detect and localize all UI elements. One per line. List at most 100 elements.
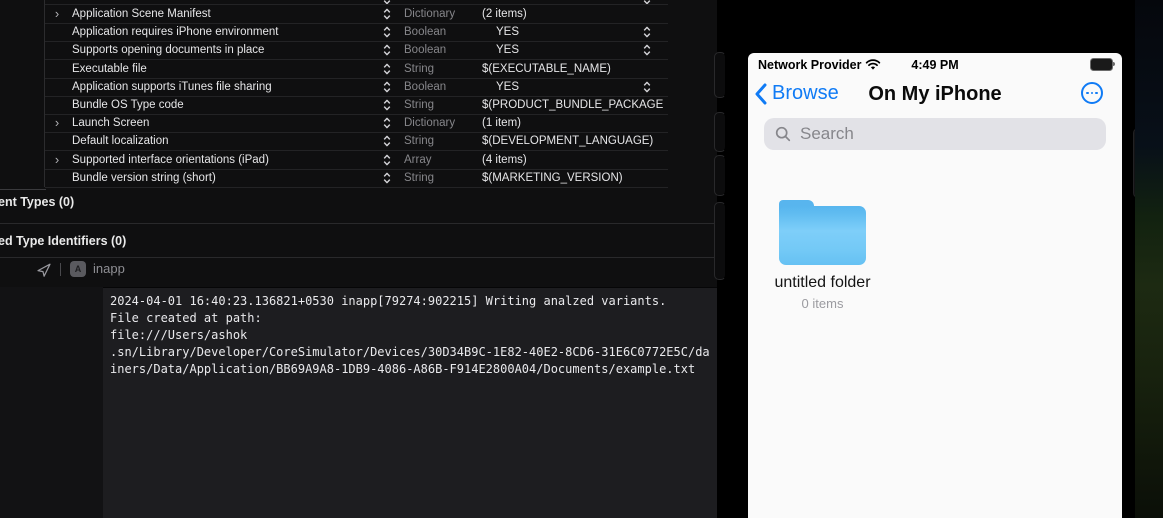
back-button[interactable]: Browse bbox=[754, 82, 839, 105]
clock-label: 4:49 PM bbox=[911, 58, 959, 72]
plist-type-label: Boolean bbox=[404, 80, 447, 93]
debug-variables-pane bbox=[0, 287, 103, 518]
key-stepper-icon[interactable] bbox=[380, 60, 394, 78]
key-stepper-icon[interactable] bbox=[380, 114, 394, 132]
plist-type-label: Boolean bbox=[404, 44, 447, 57]
folder-name-label: untitled folder bbox=[774, 274, 871, 291]
divider bbox=[60, 263, 61, 276]
divider bbox=[0, 189, 46, 190]
plist-value: $(EXECUTABLE_NAME) bbox=[482, 62, 611, 75]
plist-row[interactable]: Bundle OS Type code String $(PRODUCT_BUNDL… bbox=[45, 96, 668, 115]
plist-value: $(MARKETING_VERSION) bbox=[482, 171, 623, 184]
plist-row[interactable]: › Supported interface orientations (iPad)… bbox=[45, 151, 668, 170]
plist-key-label: Executable file bbox=[72, 62, 147, 75]
plist-value: $(DEVELOPMENT_LANGUAGE) bbox=[482, 135, 654, 148]
key-stepper-icon[interactable] bbox=[380, 132, 394, 150]
plist-value: (2 items) bbox=[482, 8, 527, 20]
plist-value: (1 item) bbox=[482, 117, 521, 130]
desktop-wallpaper bbox=[1135, 0, 1163, 518]
plist-type-label: Dictionary bbox=[404, 117, 456, 130]
console-log-line: .sn/Library/Developer/CoreSimulator/Devi… bbox=[110, 345, 710, 359]
search-bar[interactable] bbox=[764, 118, 1106, 150]
key-stepper-icon[interactable] bbox=[380, 41, 394, 59]
plist-row[interactable]: Application requires iPhone environment B… bbox=[45, 23, 668, 43]
simulator-side-button bbox=[714, 202, 726, 280]
section-type-identifiers: ed Type Identifiers (0) bbox=[0, 234, 127, 248]
navigation-bar: Browse On My iPhone bbox=[748, 77, 1122, 113]
value-stepper-icon[interactable] bbox=[640, 41, 654, 59]
key-stepper-icon[interactable] bbox=[380, 78, 394, 96]
battery-icon bbox=[1090, 58, 1115, 71]
disclosure-chevron-icon[interactable]: › bbox=[49, 114, 65, 132]
desktop: › Application Scene Manifest Dictionary (2 … bbox=[0, 0, 1163, 518]
back-chevron-icon bbox=[755, 83, 767, 104]
back-button-label: Browse bbox=[772, 82, 839, 104]
debug-console-toolbar: A inapp bbox=[0, 258, 717, 287]
key-stepper-icon[interactable] bbox=[380, 23, 394, 41]
console-log-line: file:///Users/ashok bbox=[110, 328, 248, 342]
plist-row[interactable]: Bundle version string (short) String $(MAR… bbox=[45, 169, 668, 188]
files-app-screen: Network Provider 4:49 PM Browse On My iP… bbox=[748, 53, 1122, 518]
status-bar: Network Provider 4:49 PM bbox=[748, 53, 1122, 77]
plist-row[interactable]: Application supports iTunes file sharing… bbox=[45, 78, 668, 97]
plist-key-label: Launch Screen bbox=[72, 117, 150, 130]
wifi-icon bbox=[865, 59, 881, 70]
location-arrow-icon[interactable] bbox=[36, 262, 52, 278]
plist-row[interactable]: Executable file String $(EXECUTABLE_NAME) bbox=[45, 60, 668, 79]
simulator-volume-up-button bbox=[714, 112, 726, 152]
console-output[interactable]: 2024-04-01 16:40:23.136821+0530 inapp[79… bbox=[103, 287, 717, 518]
search-input[interactable] bbox=[798, 123, 1082, 145]
disclosure-chevron-icon[interactable]: › bbox=[49, 151, 65, 169]
xcode-window: › Application Scene Manifest Dictionary (2 … bbox=[0, 0, 717, 518]
key-stepper-icon[interactable] bbox=[380, 5, 394, 23]
plist-key-label: Application requires iPhone environment bbox=[72, 26, 279, 39]
console-log-line: File created at path: bbox=[110, 311, 262, 325]
console-log-line: iners/Data/Application/BB69A9A8-1DB9-408… bbox=[110, 362, 696, 376]
simulator-volume-down-button bbox=[714, 155, 726, 196]
console-log-line: 2024-04-01 16:40:23.136821+0530 inapp[79… bbox=[110, 294, 667, 308]
plist-type-label: String bbox=[404, 62, 435, 75]
plist-value[interactable]: YES bbox=[482, 23, 664, 41]
disclosure-chevron-icon[interactable]: › bbox=[49, 5, 65, 23]
plist-row[interactable]: Default localization String $(DEVELOPMENT_… bbox=[45, 132, 668, 152]
more-options-button[interactable] bbox=[1081, 82, 1103, 104]
plist-key-label: Supports opening documents in place bbox=[72, 44, 265, 57]
plist-value: (4 items) bbox=[482, 153, 527, 166]
plist-row[interactable]: › Launch Screen Dictionary (1 item) bbox=[45, 114, 668, 134]
plist-row[interactable]: Supports opening documents in place Boole… bbox=[45, 41, 668, 61]
plist-key-label: Default localization bbox=[72, 135, 169, 148]
value-stepper-icon[interactable] bbox=[640, 78, 654, 96]
plist-type-label: String bbox=[404, 171, 435, 184]
folder-item-count: 0 items bbox=[801, 296, 844, 311]
search-icon bbox=[775, 126, 791, 142]
key-stepper-icon[interactable] bbox=[380, 96, 394, 114]
divider bbox=[0, 223, 717, 224]
plist-row[interactable]: › Application Scene Manifest Dictionary (2 … bbox=[45, 5, 668, 24]
process-name-label: inapp bbox=[93, 261, 125, 276]
key-stepper-icon[interactable] bbox=[380, 169, 394, 187]
info-plist-table: › Application Scene Manifest Dictionary (2 … bbox=[44, 0, 668, 188]
key-stepper-icon[interactable] bbox=[380, 151, 394, 169]
plist-type-label: Dictionary bbox=[404, 8, 456, 20]
folder-icon bbox=[779, 206, 866, 265]
simulator-side-button bbox=[714, 52, 726, 98]
simulator-bezel: Network Provider 4:49 PM Browse On My iP… bbox=[714, 0, 1135, 518]
carrier-label: Network Provider bbox=[758, 58, 862, 72]
plist-key-label: Supported interface orientations (iPad) bbox=[72, 153, 269, 166]
value-stepper-icon[interactable] bbox=[640, 23, 654, 41]
plist-type-label: Array bbox=[404, 153, 432, 166]
plist-type-label: Boolean bbox=[404, 26, 447, 39]
plist-key-label: Application Scene Manifest bbox=[72, 8, 211, 20]
app-icon-badge[interactable]: A bbox=[70, 261, 86, 277]
plist-key-label: Bundle OS Type code bbox=[72, 99, 184, 111]
plist-key-label: Bundle version string (short) bbox=[72, 171, 216, 184]
plist-value[interactable]: YES bbox=[482, 41, 664, 59]
plist-value[interactable]: YES bbox=[482, 78, 664, 96]
